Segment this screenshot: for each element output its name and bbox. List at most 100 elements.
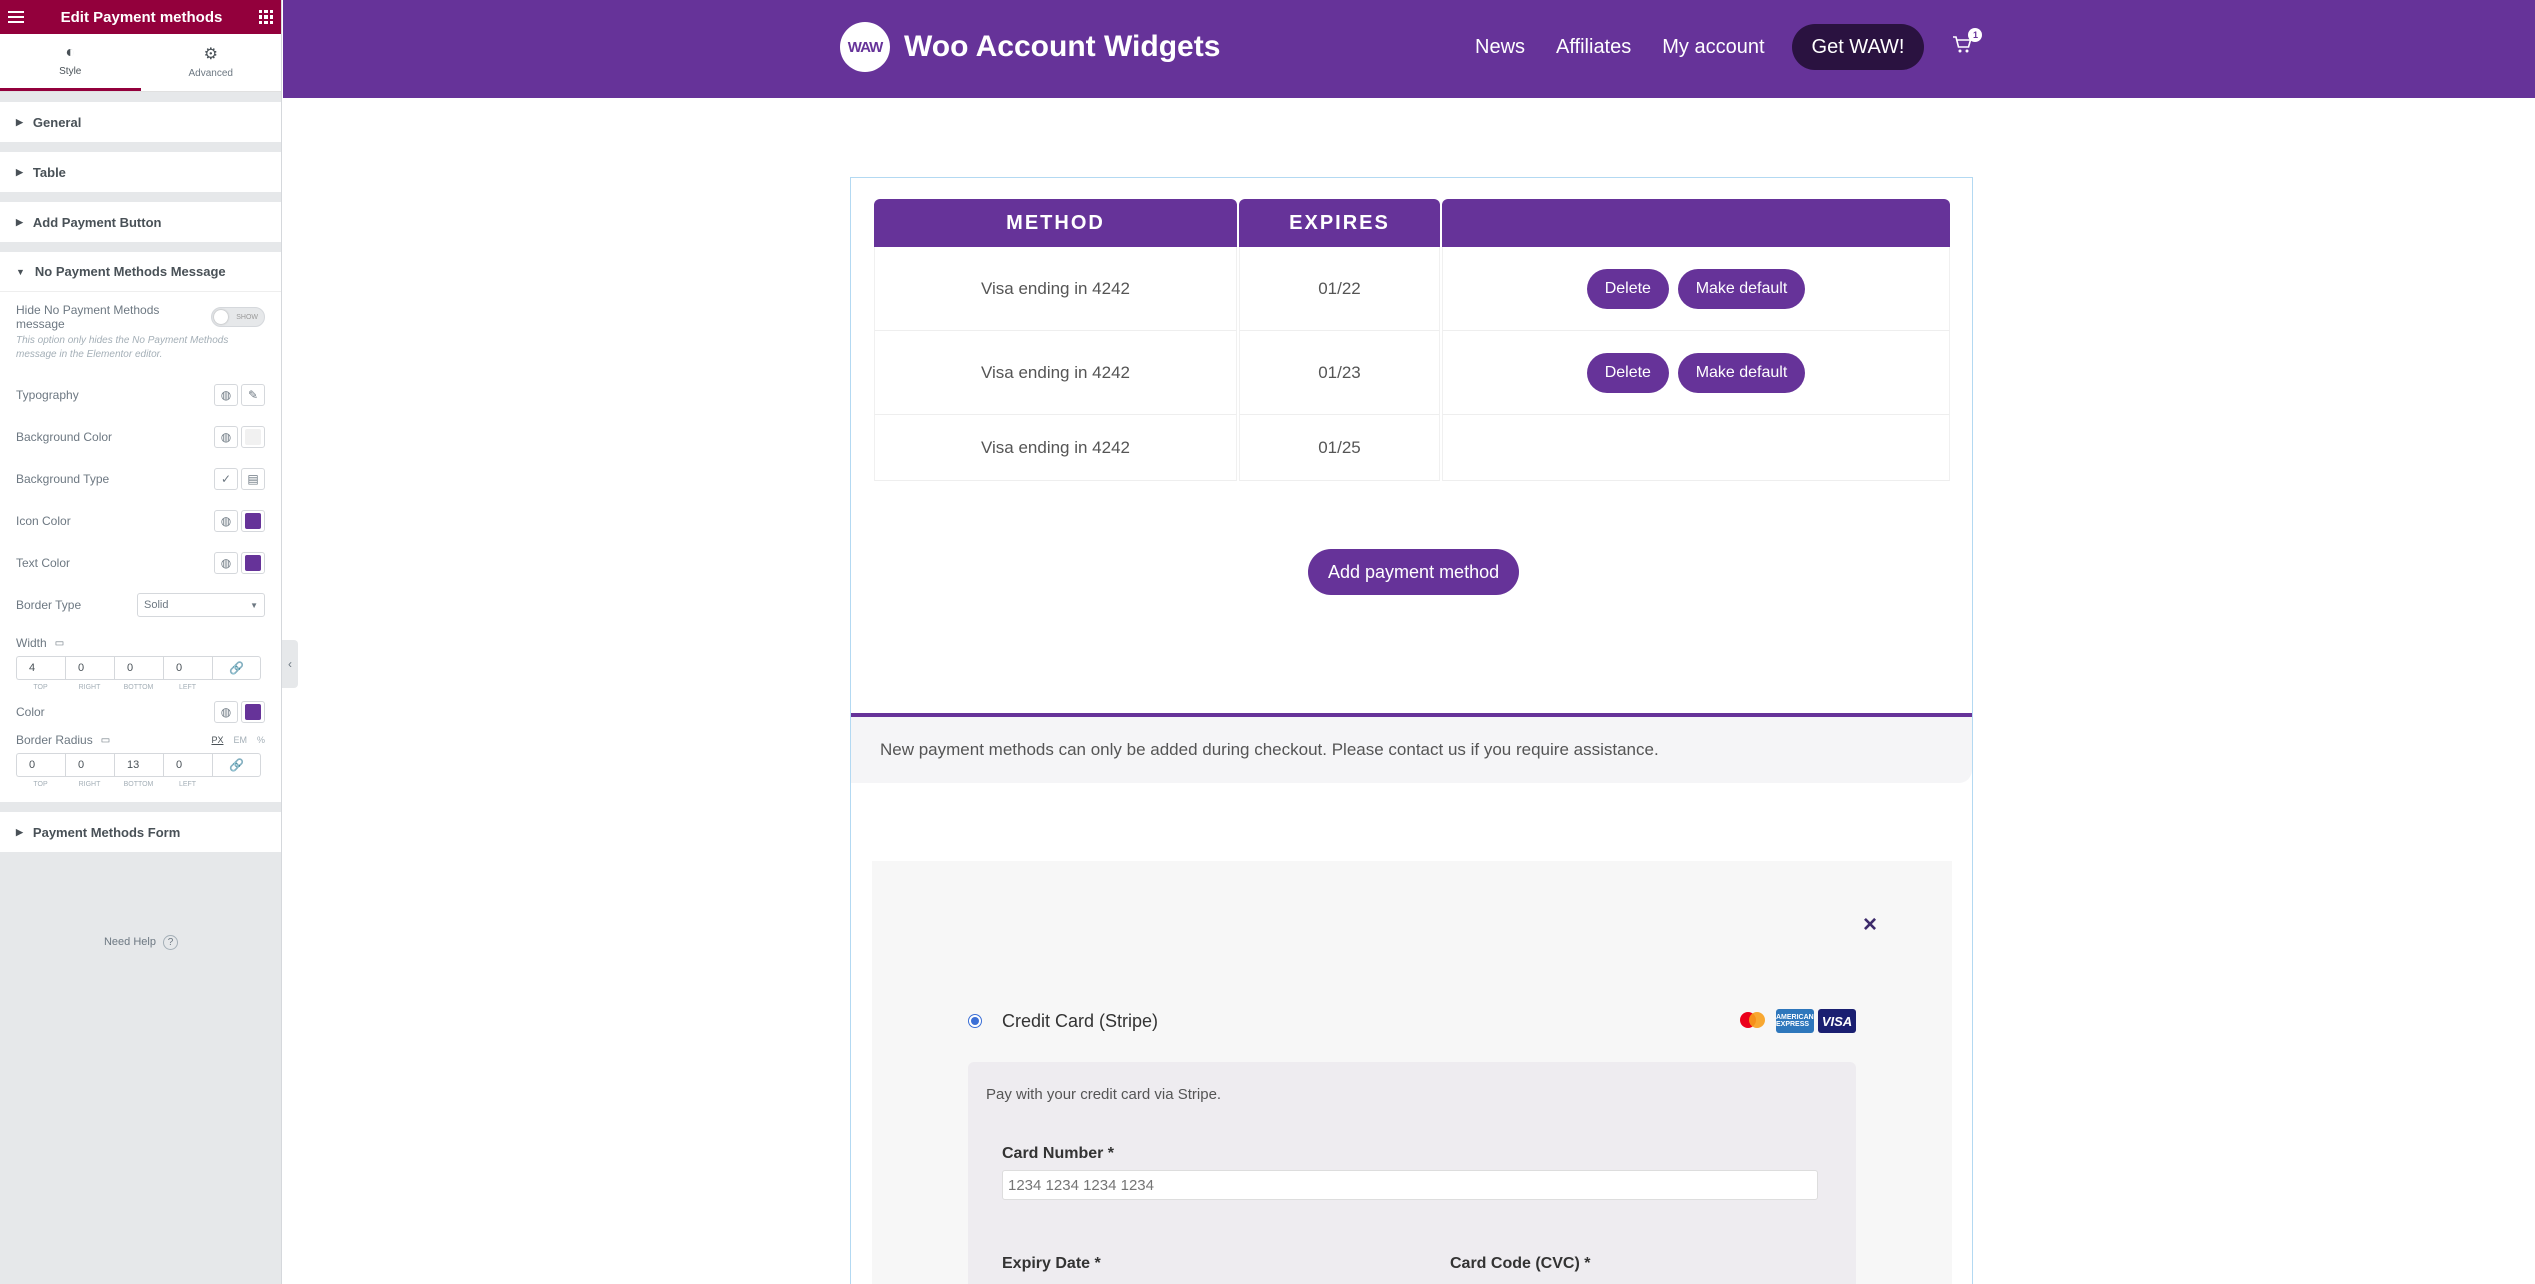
border-type-select[interactable]: Solid ▼	[137, 593, 265, 617]
section-no-payment-message-container: ▼ No Payment Methods Message Hide No Pay…	[0, 252, 281, 802]
tab-style-label: Style	[59, 66, 82, 77]
amex-icon: AMERICAN EXPRESS	[1776, 1009, 1814, 1033]
unit-em[interactable]: EM	[233, 735, 247, 745]
background-type-control: Background Type ✓ ▤	[16, 458, 265, 500]
nav-my-account[interactable]: My account	[1662, 36, 1764, 59]
delete-button[interactable]: Delete	[1586, 268, 1669, 309]
section-add-payment-button[interactable]: ▶ Add Payment Button	[0, 202, 281, 242]
tab-advanced[interactable]: ⚙ Advanced	[141, 34, 282, 91]
cart-icon[interactable]: 1	[1952, 27, 1983, 59]
pencil-icon[interactable]: ✎	[241, 384, 265, 406]
icon-color-label: Icon Color	[16, 514, 71, 528]
dim-label: LEFT	[178, 684, 197, 691]
nav-affiliates[interactable]: Affiliates	[1556, 36, 1631, 59]
tab-style[interactable]: ◐ Style	[0, 34, 141, 91]
get-waw-button[interactable]: Get WAW!	[1791, 24, 1925, 70]
gateway-radio[interactable]	[968, 1014, 982, 1028]
section-payment-methods-form[interactable]: ▶ Payment Methods Form	[0, 812, 281, 852]
widgets-grid-icon[interactable]	[258, 10, 273, 24]
dim-label: RIGHT	[78, 781, 101, 788]
gateway-description: Pay with your credit card via Stripe.	[986, 1086, 1222, 1103]
border-color-label: Color	[16, 705, 45, 719]
globe-icon[interactable]: ◍	[214, 426, 238, 448]
method-cell: Visa ending in 4242	[874, 415, 1237, 481]
delete-button[interactable]: Delete	[1586, 352, 1669, 393]
section-no-payment-message-label: No Payment Methods Message	[34, 264, 226, 279]
radius-right-input[interactable]: 0	[65, 753, 114, 777]
need-help-label: Need Help	[103, 936, 156, 948]
background-color-picker[interactable]	[241, 426, 265, 448]
radius-bottom-input[interactable]: 13	[114, 753, 163, 777]
hamburger-menu-icon[interactable]	[8, 11, 24, 23]
section-table-label: Table	[32, 164, 66, 180]
globe-icon[interactable]: ◍	[214, 701, 238, 723]
method-cell: Visa ending in 4242	[874, 331, 1237, 415]
icon-color-picker[interactable]	[241, 510, 265, 532]
no-payment-methods-notice: New payment methods can only be added du…	[851, 713, 1972, 783]
border-radius-label: Border Radius	[16, 733, 93, 747]
dim-label: BOTTOM	[123, 781, 154, 788]
make-default-button[interactable]: Make default	[1677, 352, 1806, 393]
unit-px[interactable]: PX	[211, 735, 223, 745]
unit-switcher: PX EM %	[211, 735, 265, 745]
text-color-picker[interactable]	[241, 552, 265, 574]
add-payment-method-button[interactable]: Add payment method	[1308, 549, 1520, 595]
section-general-label: General	[32, 114, 82, 130]
swatch	[245, 513, 261, 529]
need-help-link[interactable]: Need Help ?	[0, 935, 282, 950]
border-color-picker[interactable]	[241, 701, 265, 723]
icon-color-control: Icon Color ◍	[16, 500, 265, 542]
nav-news[interactable]: News	[1475, 36, 1525, 59]
dim-label: TOP	[33, 684, 48, 691]
radius-left-input[interactable]: 0	[163, 753, 212, 777]
main-nav: News Affiliates My account Get WAW! 1	[1475, 24, 1983, 70]
link-icon[interactable]: 🔗	[212, 753, 261, 777]
caret-right-icon: ▶	[16, 216, 23, 227]
text-color-label: Text Color	[16, 556, 71, 570]
globe-icon[interactable]: ◍	[214, 552, 238, 574]
caret-right-icon: ▶	[16, 166, 23, 177]
border-type-value: Solid	[144, 599, 169, 611]
section-table[interactable]: ▶ Table	[0, 152, 281, 192]
section-general[interactable]: ▶ General	[0, 102, 281, 142]
logo-badge: WAW	[840, 22, 890, 72]
width-dimensions: 4 TOP 0 RIGHT 0 BOTTOM 0 LEFT 🔗	[16, 656, 265, 691]
panel-tabs: ◐ Style ⚙ Advanced	[0, 34, 281, 92]
unit-percent[interactable]: %	[257, 735, 265, 745]
globe-icon[interactable]: ◍	[214, 384, 238, 406]
site-logo[interactable]: WAW Woo Account Widgets	[840, 22, 1220, 72]
hide-message-toggle[interactable]: SHOW	[211, 307, 265, 327]
brush-icon[interactable]: ✓	[214, 468, 238, 490]
link-icon[interactable]: 🔗	[212, 656, 261, 680]
desktop-icon: ▭	[54, 637, 65, 649]
caret-right-icon: ▶	[16, 116, 23, 127]
tab-advanced-label: Advanced	[188, 67, 233, 79]
card-code-label: Card Code (CVC) *	[1450, 1255, 1591, 1272]
desktop-icon: ▭	[100, 734, 111, 746]
width-top-input[interactable]: 4	[16, 656, 65, 680]
gateway-label: Credit Card (Stripe)	[1002, 1010, 1159, 1031]
make-default-button[interactable]: Make default	[1677, 268, 1806, 309]
width-bottom-input[interactable]: 0	[114, 656, 163, 680]
text-color-control: Text Color ◍	[16, 542, 265, 584]
radius-top-input[interactable]: 0	[16, 753, 65, 777]
card-number-input[interactable]	[1002, 1170, 1818, 1200]
width-left-input[interactable]: 0	[163, 656, 212, 680]
actions-cell: Delete Make default	[1442, 247, 1950, 331]
globe-icon[interactable]: ◍	[214, 510, 238, 532]
expires-cell: 01/23	[1239, 331, 1440, 415]
payment-methods-widget: METHOD EXPIRES Visa ending in 4242 01/22…	[850, 177, 1973, 1284]
site-name: Woo Account Widgets	[904, 30, 1221, 63]
payment-gateway-option[interactable]: Credit Card (Stripe) AMERICAN EXPRESS VI…	[968, 1009, 1856, 1033]
close-icon[interactable]: ×	[1863, 911, 1877, 939]
dim-label: TOP	[33, 781, 48, 788]
gradient-icon[interactable]: ▤	[241, 468, 265, 490]
section-add-payment-button-label: Add Payment Button	[32, 214, 162, 230]
width-right-input[interactable]: 0	[65, 656, 114, 680]
panel-collapse-handle[interactable]: ‹	[282, 640, 298, 688]
card-number-label: Card Number *	[1002, 1145, 1115, 1162]
section-no-payment-message[interactable]: ▼ No Payment Methods Message	[0, 252, 281, 292]
table-row: Visa ending in 4242 01/22 Delete Make de…	[874, 247, 1950, 331]
elementor-panel: Edit Payment methods ◐ Style ⚙ Advanced …	[0, 0, 282, 1284]
radius-dimensions: 0 TOP 0 RIGHT 13 BOTTOM 0 LEFT 🔗	[16, 753, 265, 788]
